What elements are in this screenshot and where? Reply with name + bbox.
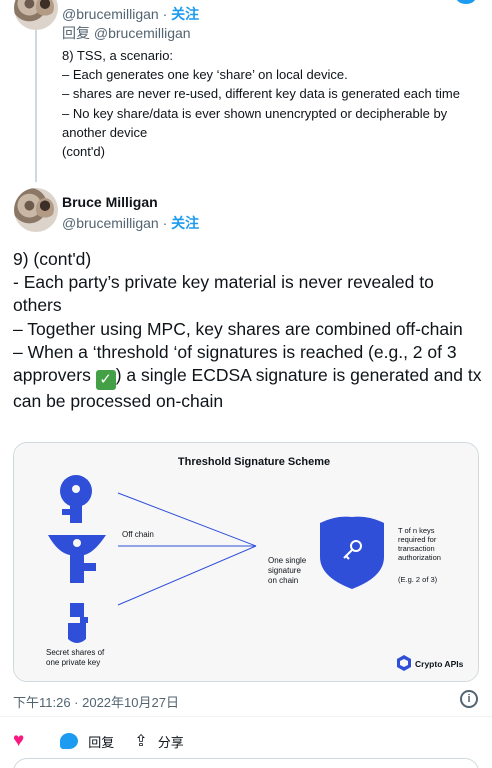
tweet-line: (cont'd) [62,144,105,160]
secret-shares-label-1: Secret shares of [46,648,105,657]
diagram-title: Threshold Signature Scheme [178,456,330,468]
replying-to: 回复 @brucemilligan [62,25,191,41]
one-single-label-3: on chain [268,576,298,585]
tweet-line: – No key share/data is ever shown unencr… [62,105,448,140]
reply-tweet-handle-row: @brucemilligan · 关注 [62,6,200,22]
share-label: 分享 [157,734,184,750]
t-of-n-label-1: T of n keys [398,526,435,535]
one-single-label-1: One single [268,556,307,565]
like-heart-icon[interactable]: ♥ [13,730,24,752]
tweet-line: – shares are never re-used, different ke… [62,86,460,102]
verified-badge-icon [456,0,476,4]
t-of-n-label-4: authorization [398,553,441,562]
secret-shares-label-2: one private key [46,658,100,667]
reply-label: 回复 [88,734,115,750]
tweet-line: 8) TSS, a scenario: [62,48,174,63]
one-single-label-2: signature [268,566,301,575]
author-name[interactable]: Bruce Milligan [62,194,158,210]
main-tweet-text: 9) (cont'd) - Each party’s private key m… [13,248,483,413]
example-label: (E.g. 2 of 3) [398,575,438,584]
follow-button[interactable]: 关注 [171,215,199,231]
reply-tweet-text: 8) TSS, a scenario: – Each generates one… [62,46,482,161]
tweet-line: – Together using MPC, key shares are com… [13,318,463,339]
share-icon: ⇪ [134,733,148,750]
reply-button[interactable]: 回复 [60,732,114,751]
tweet-actions: ♥ 回复 ⇪ 分享 [13,730,204,752]
avatar[interactable] [14,0,58,30]
thread-connector-line [35,30,37,182]
follow-button[interactable]: 关注 [171,6,199,22]
tweet-line: 9) (cont'd) [13,249,92,269]
tweet-line: - Each party’s private key material is n… [13,272,434,316]
info-icon[interactable]: i [460,690,478,708]
tweet-image-card[interactable]: Threshold Signature Scheme Off chain One… [13,442,479,682]
brand-label: Crypto APIs [415,659,464,669]
off-chain-label: Off chain [122,530,154,539]
user-handle[interactable]: @brucemilligan [62,6,159,22]
read-replies-button[interactable] [13,758,479,768]
user-handle[interactable]: @brucemilligan [62,215,159,231]
reply-bubble-icon [60,733,79,749]
main-tweet-handle-row: @brucemilligan · 关注 [62,215,200,231]
t-of-n-label-2: required for [398,535,437,544]
t-of-n-label-3: transaction [398,544,435,553]
share-button[interactable]: ⇪ 分享 [134,731,183,751]
tweet-line: – When a ‘threshold ‘of signatures is re… [13,341,482,412]
avatar[interactable] [14,188,58,232]
divider [0,716,492,717]
tweet-line: – Each generates one key ‘share’ on loca… [62,67,348,83]
check-mark-icon: ✓ [95,370,116,391]
reply-mention-link[interactable]: @brucemilligan [94,25,191,41]
tweet-timestamp[interactable]: 下午11:26 · 2022年10月27日 [13,692,179,711]
threshold-signature-diagram: Threshold Signature Scheme Off chain One… [14,443,478,681]
